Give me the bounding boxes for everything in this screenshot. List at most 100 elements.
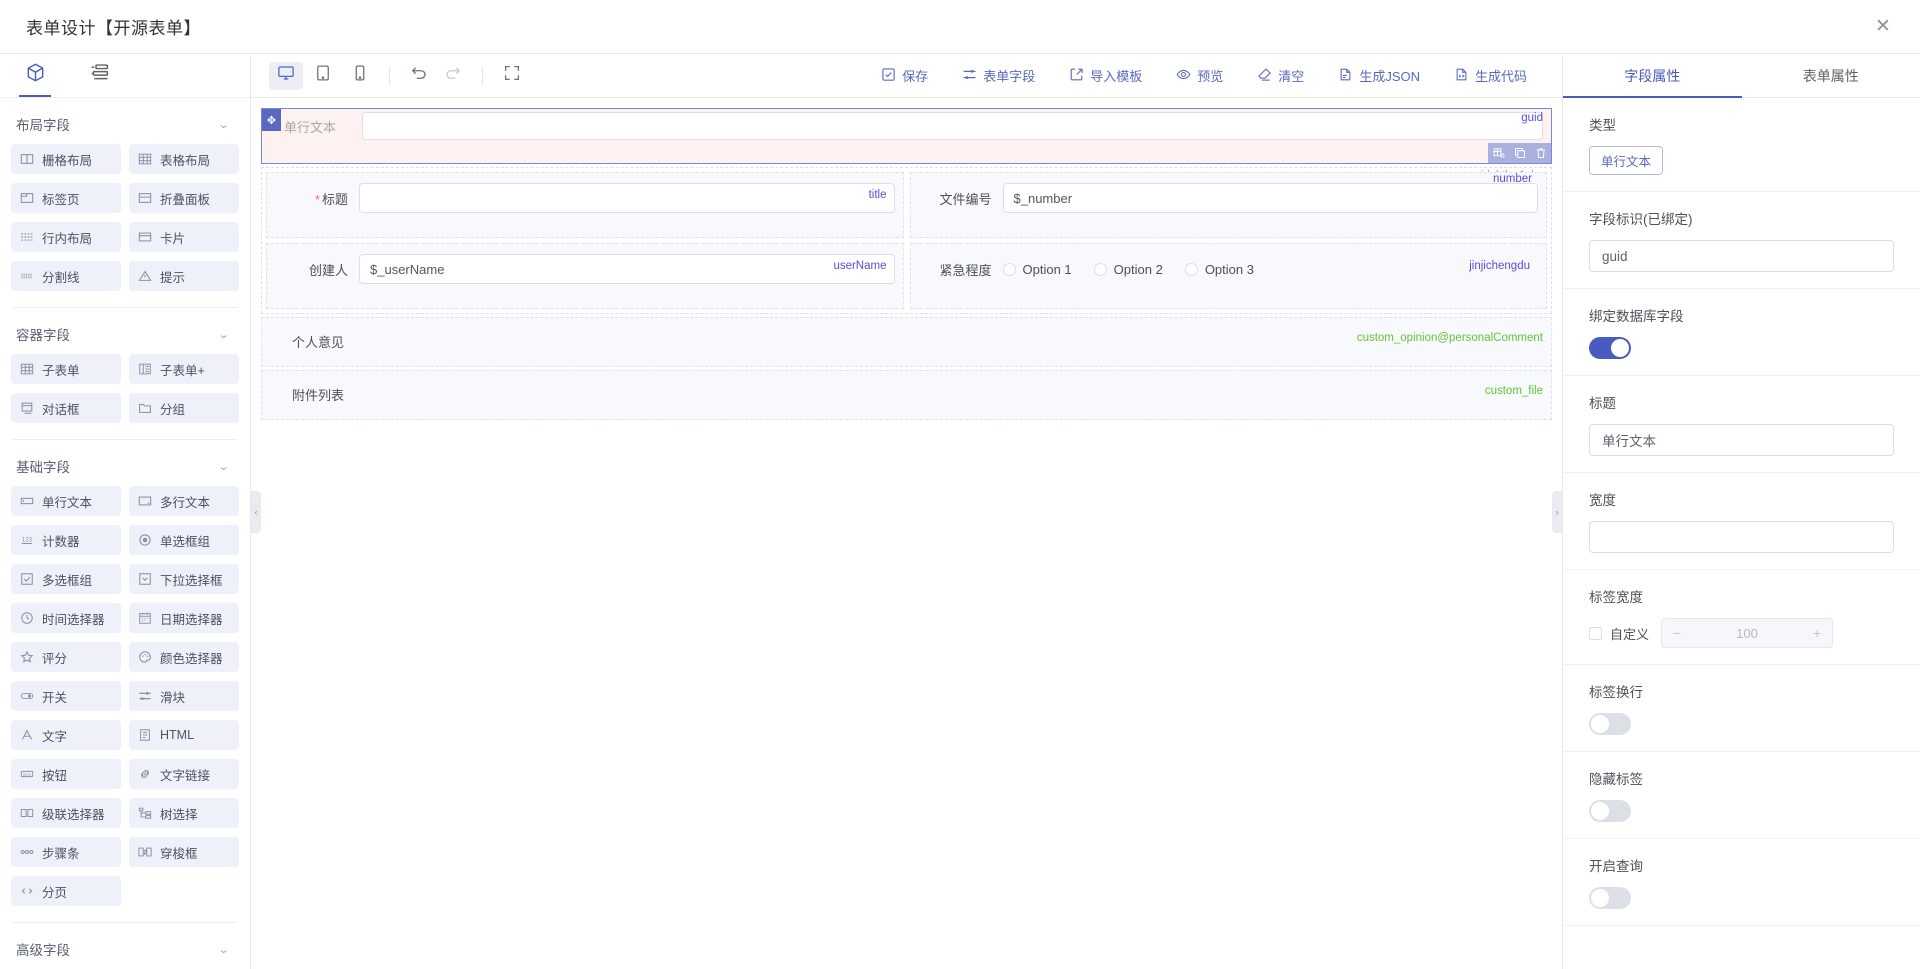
palette-item-subform[interactable]: 子表单 xyxy=(11,354,121,384)
mobile-view-button[interactable] xyxy=(343,62,377,90)
toolbar-action-label: 表单字段 xyxy=(983,69,1036,84)
palette-item-pagination[interactable]: 分页 xyxy=(11,876,121,906)
palette-group-header-basic[interactable]: 基础字段 ⌄ xyxy=(0,440,250,486)
stepper-decrement-icon[interactable]: − xyxy=(1662,619,1693,647)
width-property-input[interactable] xyxy=(1589,521,1894,553)
cascader-icon xyxy=(19,806,34,821)
copy-icon[interactable] xyxy=(1509,143,1530,163)
palette-item-cascader[interactable]: 级联选择器 xyxy=(11,798,121,828)
collapse-left-panel-handle[interactable]: ‹ xyxy=(251,490,261,533)
palette-item-number[interactable]: 123 计数器 xyxy=(11,525,121,555)
label-width-stepper[interactable]: − 100 + xyxy=(1661,618,1834,648)
grid-col[interactable]: 紧急程度 Option 1 Option 2 Option 3 jinjiche… xyxy=(909,243,1547,309)
palette-item-table-layout[interactable]: 表格布局 xyxy=(129,144,239,174)
field-id-input[interactable]: guid xyxy=(1589,240,1894,272)
stepper-increment-icon[interactable]: + xyxy=(1802,619,1833,647)
form-canvas[interactable]: ✥ 单行文本 guid grid xyxy=(251,108,1562,969)
palette-item-transfer[interactable]: 穿梭框 xyxy=(129,837,239,867)
field-title[interactable]: * 标题 title xyxy=(275,183,895,213)
palette-group-header-container[interactable]: 容器字段 ⌄ xyxy=(0,308,250,354)
palette-item-input[interactable]: 单行文本 xyxy=(11,486,121,516)
palette-item-dialog[interactable]: 对话框 xyxy=(11,393,121,423)
palette-item-subform-plus[interactable]: 子表单+ xyxy=(129,354,239,384)
close-icon[interactable]: ✕ xyxy=(1868,12,1898,42)
clear-button[interactable]: 清空 xyxy=(1240,61,1321,90)
palette-item-rate[interactable]: 评分 xyxy=(11,642,121,672)
desktop-view-button[interactable] xyxy=(269,61,303,90)
palette-item-switch[interactable]: 开关 xyxy=(11,681,121,711)
palette-item-select[interactable]: 下拉选择框 xyxy=(129,564,239,594)
tab-field-properties[interactable]: 字段属性 xyxy=(1563,54,1742,98)
palette-item-radio[interactable]: 单选框组 xyxy=(129,525,239,555)
palette-item-textarea[interactable]: 多行文本 xyxy=(129,486,239,516)
palette-item-color-picker[interactable]: 颜色选择器 xyxy=(129,642,239,672)
preview-button[interactable]: 预览 xyxy=(1159,61,1240,90)
label-wrap-switch[interactable] xyxy=(1589,713,1631,735)
palette-item-date-picker[interactable]: 日期选择器 xyxy=(129,603,239,633)
palette-item-alert[interactable]: 提示 xyxy=(129,261,239,291)
block-attachment-list[interactable]: 附件列表 custom_file xyxy=(261,370,1552,420)
palette-item-link[interactable]: 文字链接 xyxy=(129,759,239,789)
hide-label-switch[interactable] xyxy=(1589,800,1631,822)
radio-option[interactable]: Option 1 xyxy=(1002,262,1072,277)
palette-item-group[interactable]: 分组 xyxy=(129,393,239,423)
title-input[interactable] xyxy=(359,183,895,213)
save-button[interactable]: 保存 xyxy=(864,61,945,90)
fullscreen-button[interactable] xyxy=(495,62,529,90)
grid-col[interactable]: 创建人 $_userName userName xyxy=(266,243,904,309)
form-fields-button[interactable]: 表单字段 xyxy=(945,61,1052,90)
palette-item-collapse-panel[interactable]: 折叠面板 xyxy=(129,183,239,213)
grid-col[interactable]: 文件编号 $_number number xyxy=(909,172,1547,238)
tablet-view-button[interactable] xyxy=(306,62,340,90)
grid-tool-icon[interactable] xyxy=(1488,143,1509,163)
palette-group-header-advanced[interactable]: 高级字段 ⌄ xyxy=(0,923,250,969)
field-creator[interactable]: 创建人 $_userName userName xyxy=(275,254,895,284)
palette-item-checkbox[interactable]: 多选框组 xyxy=(11,564,121,594)
drag-handle-icon[interactable]: ✥ xyxy=(262,109,281,131)
creator-input[interactable]: $_userName xyxy=(359,254,895,284)
palette-item-label: 开关 xyxy=(42,690,68,705)
palette-item-inline-layout[interactable]: 行内布局 xyxy=(11,222,121,252)
palette-item-steps[interactable]: 步骤条 xyxy=(11,837,121,867)
stepper-value[interactable]: 100 xyxy=(1692,625,1803,641)
radio-option[interactable]: Option 3 xyxy=(1184,262,1254,277)
field-file-number[interactable]: 文件编号 $_number number xyxy=(919,173,1538,213)
field-label-text: 标题 xyxy=(321,191,348,207)
title-property-input[interactable]: 单行文本 xyxy=(1589,424,1894,456)
palette-group-header-layout[interactable]: 布局字段 ⌄ xyxy=(0,98,250,144)
collapse-right-panel-handle[interactable]: › xyxy=(1552,490,1562,533)
import-template-button[interactable]: 导入模板 xyxy=(1052,61,1159,90)
urgency-radio-group[interactable]: Option 1 Option 2 Option 3 xyxy=(1002,254,1539,284)
trash-icon[interactable] xyxy=(1530,143,1551,163)
redo-button[interactable] xyxy=(436,62,470,90)
palette-item-text[interactable]: 文字 xyxy=(11,720,121,750)
bind-db-switch[interactable] xyxy=(1589,337,1631,359)
component-palette[interactable]: 布局字段 ⌄ 栅格布局 表格布局 标签页 折叠面板 行内布局 卡片 分割线 提示… xyxy=(0,98,250,969)
generate-json-button[interactable]: 生成JSON xyxy=(1321,61,1437,90)
selected-widget[interactable]: ✥ 单行文本 guid xyxy=(261,108,1552,164)
components-tab[interactable] xyxy=(18,56,52,97)
palette-item-html[interactable]: HTML xyxy=(129,720,239,750)
undo-button[interactable] xyxy=(402,62,436,90)
palette-item-button[interactable]: BTN 按钮 xyxy=(11,759,121,789)
label-width-custom-checkbox[interactable]: 自定义 xyxy=(1589,624,1649,643)
generate-code-button[interactable]: 生成代码 xyxy=(1437,61,1544,90)
palette-item-tree-select[interactable]: 树选择 xyxy=(129,798,239,828)
tab-form-properties[interactable]: 表单属性 xyxy=(1742,54,1920,97)
palette-item-tabs[interactable]: 标签页 xyxy=(11,183,121,213)
grid-layout-container[interactable]: grid_ktkw1xbg *标题 title xyxy=(261,167,1552,314)
palette-item-time-picker[interactable]: 时间选择器 xyxy=(11,603,121,633)
field-urgency[interactable]: 紧急程度 Option 1 Option 2 Option 3 jinjiche… xyxy=(919,254,1539,284)
selected-widget-input[interactable] xyxy=(362,112,1543,140)
enable-query-switch[interactable] xyxy=(1589,887,1631,909)
canvas-scroll-area[interactable]: ✥ 单行文本 guid grid xyxy=(251,98,1562,969)
palette-item-slider[interactable]: 滑块 xyxy=(129,681,239,711)
file-number-input[interactable]: $_number xyxy=(1002,183,1538,213)
grid-col[interactable]: * 标题 title xyxy=(266,172,904,238)
radio-option[interactable]: Option 2 xyxy=(1093,262,1163,277)
palette-item-grid-layout[interactable]: 栅格布局 xyxy=(11,144,121,174)
outline-tab[interactable] xyxy=(82,56,116,96)
block-personal-opinion[interactable]: 个人意见 custom_opinion@personalComment xyxy=(261,317,1552,367)
palette-item-card[interactable]: 卡片 xyxy=(129,222,239,252)
palette-item-divider[interactable]: 分割线 xyxy=(11,261,121,291)
